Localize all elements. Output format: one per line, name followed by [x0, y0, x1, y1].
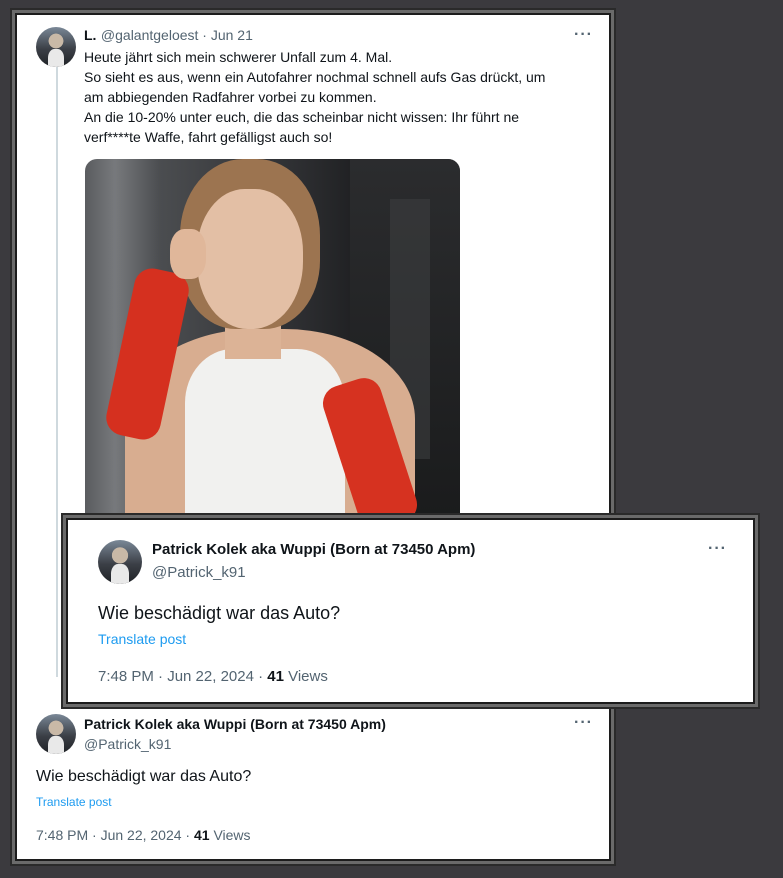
reply-card-enlarged: Patrick Kolek aka Wuppi (Born at 73450 A… — [66, 518, 755, 704]
reply-text: Wie beschädigt war das Auto? — [36, 768, 252, 785]
avatar[interactable] — [36, 714, 76, 754]
post-meta: 7:48 PM · Jun 22, 2024 · 41 Views — [36, 827, 251, 843]
reply-text: Wie beschädigt war das Auto? — [98, 603, 341, 623]
handle[interactable]: @Patrick_k91 — [152, 564, 246, 581]
avatar[interactable] — [98, 540, 142, 584]
tweet-photo[interactable] — [85, 159, 460, 521]
display-name[interactable]: L. — [84, 27, 96, 43]
thread-connector-line — [56, 62, 58, 677]
display-name[interactable]: Patrick Kolek aka Wuppi (Born at 73450 A… — [84, 716, 386, 732]
handle-date[interactable]: @galantgeloest · Jun 21 — [101, 27, 253, 43]
timestamp[interactable]: 7:48 PM · Jun 22, 2024 · — [98, 668, 267, 685]
views-label: Views — [283, 668, 328, 685]
translate-link[interactable]: Translate post — [98, 631, 186, 647]
tweet-text-line: am abbiegenden Radfahrer vorbei zu komme… — [84, 89, 377, 105]
timestamp[interactable]: 7:48 PM · Jun 22, 2024 · — [36, 827, 194, 843]
tweet-header: L. @galantgeloest · Jun 21 — [84, 27, 253, 45]
post-meta: 7:48 PM · Jun 22, 2024 · 41 Views — [98, 668, 328, 685]
tweet-text-line: verf****te Waffe, fahrt gefälligst auch … — [84, 129, 333, 145]
tweet-text-line: An die 10-20% unter euch, die das schein… — [84, 109, 520, 125]
tweet-text-line: So sieht es aus, wenn ein Autofahrer noc… — [84, 69, 546, 85]
translate-link[interactable]: Translate post — [36, 795, 112, 809]
views-count: 41 — [267, 668, 284, 685]
more-options-icon[interactable]: ··· — [708, 540, 727, 558]
display-name[interactable]: Patrick Kolek aka Wuppi (Born at 73450 A… — [152, 541, 475, 558]
views-count: 41 — [193, 827, 210, 843]
handle[interactable]: @Patrick_k91 — [84, 736, 171, 752]
tweet-text-line: Heute jährt sich mein schwerer Unfall zu… — [84, 49, 393, 65]
more-options-icon[interactable]: ··· — [574, 26, 593, 44]
avatar[interactable] — [36, 27, 76, 67]
views-label: Views — [209, 827, 251, 843]
more-options-icon[interactable]: ··· — [574, 714, 593, 732]
